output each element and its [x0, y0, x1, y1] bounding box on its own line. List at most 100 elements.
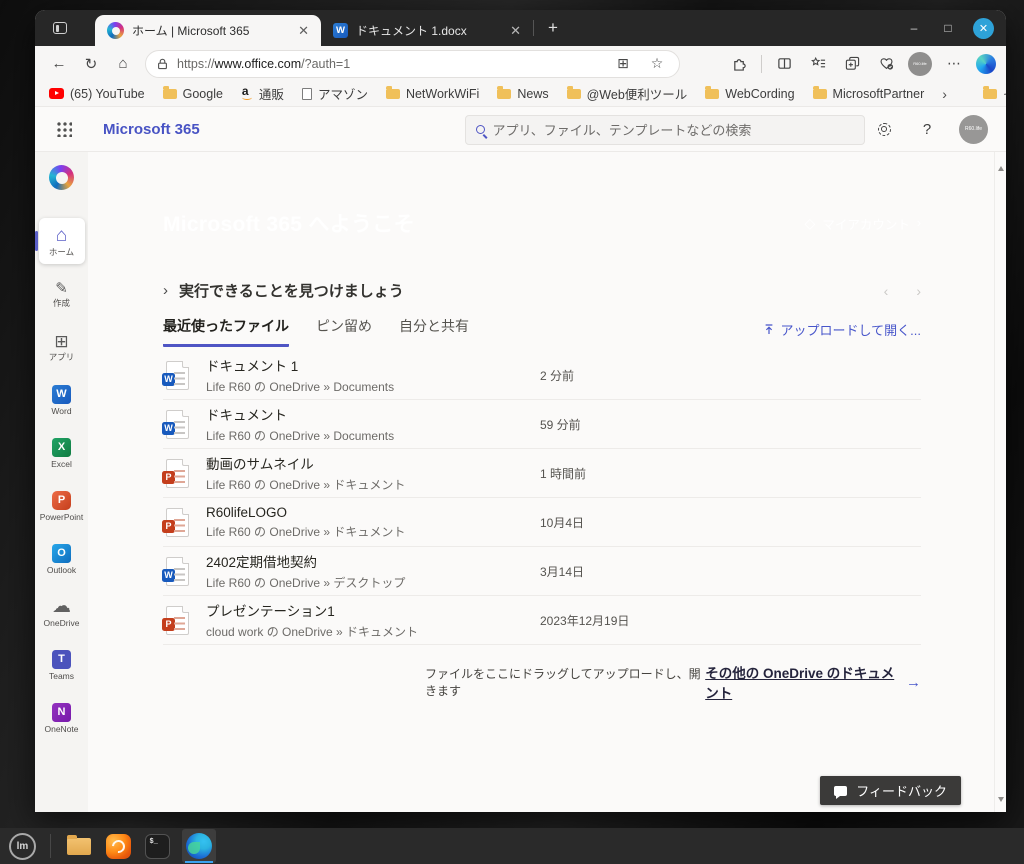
bookmark-item[interactable]: WebCording [705, 86, 795, 101]
bookmark-label: @Web便利ツール [586, 88, 688, 102]
rail-item-label: Word [51, 405, 72, 416]
minimize-button[interactable]: – [905, 19, 923, 37]
m365-header: Microsoft 365 ◇ ? R60.life [35, 107, 1006, 152]
m365-search-box[interactable] [464, 115, 865, 145]
search-input[interactable] [492, 122, 854, 138]
rail-item[interactable]: ☁ OneDrive [38, 589, 86, 635]
rail-item-label: 作成 [52, 297, 70, 308]
bookmark-item[interactable]: 通販 [241, 84, 284, 103]
browser-profile-avatar[interactable]: R60.life [908, 51, 932, 76]
rail-item[interactable]: ⊞ アプリ [38, 324, 86, 370]
browser-essentials-icon[interactable] [874, 52, 898, 76]
file-location: Life R60 の OneDrive » デスクトップ [206, 576, 406, 590]
rail-item[interactable]: X Excel [38, 430, 86, 476]
rail-item[interactable]: ⌂ ホーム [35, 218, 85, 264]
bookmark-item[interactable]: @Web便利ツール [566, 84, 688, 103]
maximize-button[interactable]: □ [939, 19, 957, 37]
edge-browser-icon-active[interactable] [182, 829, 216, 863]
close-button[interactable]: ✕ [973, 17, 994, 39]
m365-brand[interactable]: Microsoft 365 [103, 121, 200, 138]
rail-item[interactable]: ✎ 作成 [38, 271, 86, 317]
split-window-icon[interactable] [772, 52, 796, 76]
bookmark-label: Google [182, 86, 223, 101]
discover-section-title[interactable]: 実行できることを見つけましょう [179, 280, 404, 301]
file-location: Life R60 の OneDrive » Documents [206, 380, 395, 394]
collections-icon[interactable] [840, 52, 864, 76]
bookmark-item[interactable]: (65) YouTube [49, 87, 145, 101]
file-row[interactable]: P R60lifeLOGO Life R60 の OneDrive » ドキュメ… [162, 498, 921, 547]
tab-separator [533, 20, 534, 36]
reload-button[interactable]: ↻ [77, 50, 105, 78]
file-type-icon: P [162, 605, 189, 635]
tab-document-docx[interactable]: W ドキュメント 1.docx ✕ [321, 15, 533, 46]
file-row[interactable]: W 2402定期借地契約 Life R60 の OneDrive » デスクトッ… [162, 547, 921, 596]
other-favorites-folder[interactable]: その他のお気に入り [982, 84, 1006, 103]
tab-recent-files[interactable]: 最近使ったファイル [163, 316, 289, 347]
tab-shared-with-me[interactable]: 自分と共有 [399, 316, 469, 347]
bookmark-item[interactable]: MicrosoftPartner [812, 86, 924, 101]
extensions-icon[interactable] [727, 52, 751, 76]
firefox-icon[interactable] [104, 832, 132, 860]
tab-home-m365[interactable]: ホーム | Microsoft 365 ✕ [95, 15, 321, 46]
file-row[interactable]: P プレゼンテーション1 cloud work の OneDrive » ドキュ… [162, 596, 921, 645]
split-screen-icon[interactable]: ⊞ [611, 52, 635, 76]
tab-pinned[interactable]: ピン留め [316, 316, 372, 347]
tab-close-icon[interactable]: ✕ [508, 23, 523, 39]
rail-item[interactable] [38, 162, 86, 196]
bookmark-item[interactable]: NetWorkWiFi [385, 86, 479, 101]
rail-item[interactable]: W Word [38, 377, 86, 423]
tab-list-button[interactable] [47, 15, 73, 41]
app-launcher-waffle-icon[interactable] [49, 114, 79, 144]
rail-app-icon: P [52, 490, 71, 510]
bookmark-item[interactable]: アマゾン [301, 84, 368, 103]
file-row[interactable]: W ドキュメント 1 Life R60 の OneDrive » Documen… [162, 351, 921, 400]
scrollbar[interactable] [994, 152, 1006, 812]
file-location: Life R60 の OneDrive » Documents [206, 429, 395, 443]
back-button[interactable]: ← [45, 50, 73, 78]
favorite-star-icon[interactable]: ☆ [645, 52, 669, 76]
rail-item[interactable]: O Outlook [38, 536, 86, 582]
file-date: 2023年12月19日 [540, 613, 630, 628]
settings-more-icon[interactable]: ⋯ [942, 52, 966, 76]
address-bar[interactable]: https://www.office.com/?auth=1 ⊞ ☆ [145, 49, 680, 78]
word-tab-icon: W [333, 23, 348, 38]
tab-close-icon[interactable]: ✕ [296, 23, 311, 39]
mint-menu-button[interactable]: lm [9, 832, 36, 860]
feedback-button[interactable]: フィードバック [820, 776, 961, 805]
my-account-link[interactable]: ◇ マイアカウント › [805, 214, 921, 233]
rail-item-label: OneDrive [43, 617, 80, 628]
rail-item-label: ホーム [48, 246, 75, 257]
rail-app-icon [49, 165, 74, 190]
scroll-up-icon[interactable] [997, 166, 1004, 171]
help-icon[interactable]: ? [916, 118, 938, 140]
bookmarks-overflow-chevron[interactable]: › [942, 86, 947, 102]
upload-and-open-link[interactable]: アップロードして開く... [763, 320, 921, 347]
account-avatar[interactable]: R60.life [959, 114, 988, 144]
bookmark-icon [705, 86, 720, 99]
rail-item[interactable]: P PowerPoint [38, 483, 86, 529]
diamond-icon: ◇ [804, 214, 816, 231]
file-row[interactable]: W ドキュメント Life R60 の OneDrive » Documents… [162, 400, 921, 449]
file-row[interactable]: P 動画のサムネイル Life R60 の OneDrive » ドキュメント … [162, 449, 921, 498]
carousel-next-icon[interactable]: › [916, 283, 921, 299]
favorites-hub-icon[interactable] [806, 52, 830, 76]
file-name: R60lifeLOGO [206, 504, 288, 520]
expand-chevron-icon[interactable]: › [163, 282, 168, 299]
speech-bubble-icon [834, 785, 848, 799]
copilot-icon[interactable] [976, 53, 996, 74]
new-tab-button[interactable]: + [540, 15, 566, 41]
file-manager-icon[interactable] [65, 832, 93, 860]
terminal-icon[interactable]: $_ [143, 832, 171, 860]
browser-home-button[interactable]: ⌂ [109, 50, 137, 78]
bookmark-item[interactable]: Google [162, 86, 223, 101]
settings-gear-icon[interactable] [873, 118, 895, 140]
more-onedrive-documents-link[interactable]: その他の OneDrive のドキュメント → [705, 662, 921, 702]
bookmark-icon [497, 86, 512, 99]
rail-item[interactable]: T Teams [38, 642, 86, 688]
rail-item[interactable]: N OneNote [38, 695, 86, 741]
rail-item-label: OneNote [44, 723, 79, 734]
file-location: Life R60 の OneDrive » ドキュメント [206, 524, 406, 539]
bookmark-item[interactable]: News [497, 86, 549, 101]
scroll-down-icon[interactable] [997, 797, 1004, 802]
carousel-prev-icon[interactable]: ‹ [884, 283, 889, 299]
